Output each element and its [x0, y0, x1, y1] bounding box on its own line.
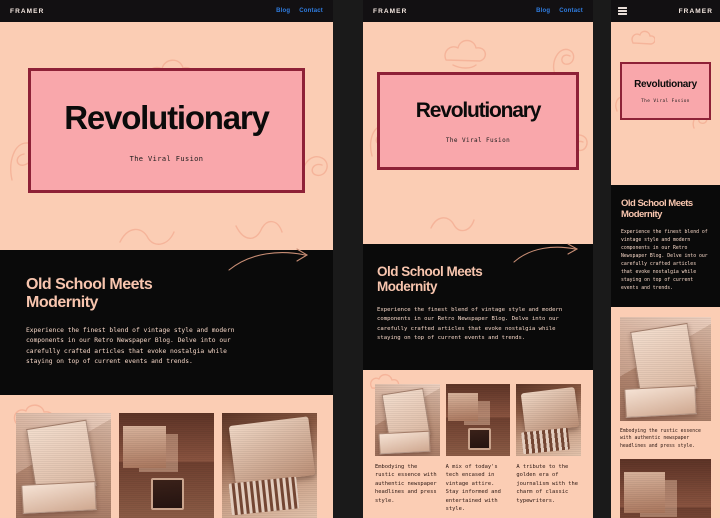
cloud-doodle-icon: [444, 39, 487, 69]
hero-title: Revolutionary: [634, 78, 697, 90]
typewriter-photo[interactable]: [516, 384, 581, 456]
gallery-card-caption: Embodying the rustic essence with authen…: [375, 464, 437, 504]
hero-subtitle: The Viral Fusion: [641, 98, 690, 104]
gallery-section-mobile: Embodying the rustic essence with authen…: [611, 307, 720, 518]
intro-title-line1: Old School Meets: [26, 276, 153, 293]
gallery-grid: [16, 413, 317, 518]
nav-link-contact[interactable]: Contact: [299, 8, 323, 14]
photo-grain-overlay: [620, 459, 711, 518]
typewriter-photo[interactable]: [222, 413, 317, 518]
wave-doodle-icon: [430, 217, 475, 232]
wave-doodle-icon: [119, 228, 175, 245]
vintage-tv-street-photo[interactable]: [119, 413, 214, 518]
intro-body: Experience the finest blend of vintage s…: [26, 326, 235, 365]
gallery-card-caption: Embodying the rustic essence with authen…: [620, 429, 701, 449]
gallery-card: Embodying the rustic essence with authen…: [620, 317, 711, 450]
intro-title-line2: Modernity: [377, 279, 438, 295]
desktop-preview-frame: FRAMER Blog Contact Revolutionary The Vi…: [0, 0, 333, 518]
hero-section-tablet: Revolutionary The Viral Fusion: [363, 22, 593, 244]
primary-nav: Blog Contact: [536, 8, 583, 14]
sheet-music-books-photo[interactable]: [620, 317, 711, 421]
gallery-section-desktop: [0, 395, 333, 518]
photo-grain-overlay: [516, 384, 581, 456]
hero-section-desktop: Revolutionary The Viral Fusion: [0, 22, 333, 250]
gallery-card: A mix of today's tech encased in vintage…: [445, 384, 511, 513]
intro-title-line2: Modernity: [26, 293, 98, 311]
hero-card: Revolutionary The Viral Fusion: [620, 62, 711, 120]
hero-subtitle: The Viral Fusion: [445, 136, 511, 144]
photo-grain-overlay: [16, 413, 111, 518]
responsive-preview-stage: FRAMER Blog Contact Revolutionary The Vi…: [0, 0, 720, 518]
sheet-music-books-photo[interactable]: [16, 413, 111, 518]
photo-grain-overlay: [222, 413, 317, 518]
sheet-music-books-photo[interactable]: [375, 384, 440, 456]
hamburger-menu-icon[interactable]: [618, 7, 627, 15]
intro-title: Old School Meets Modernity: [26, 276, 307, 312]
nav-link-contact[interactable]: Contact: [559, 8, 583, 14]
frame-divider-2: [593, 0, 611, 518]
gallery-card: Embodying the rustic essence with authen…: [375, 384, 440, 513]
intro-body: Experience the finest blend of vintage s…: [377, 307, 563, 341]
gallery-card: [620, 459, 711, 518]
intro-body: Experience the finest blend of vintage s…: [621, 230, 708, 291]
nav-link-blog[interactable]: Blog: [536, 8, 550, 14]
hero-subtitle: The Viral Fusion: [129, 154, 204, 163]
site-header-desktop: FRAMER Blog Contact: [0, 0, 333, 22]
intro-section-desktop: Old School Meets Modernity Experience th…: [0, 248, 333, 395]
brand-logo[interactable]: FRAMER: [679, 8, 713, 15]
intro-section-tablet: Old School Meets Modernity Experience th…: [363, 243, 593, 370]
intro-title: Old School Meets Modernity: [621, 198, 710, 220]
gallery-section-tablet: Embodying the rustic essence with authen…: [363, 370, 593, 518]
photo-grain-overlay: [445, 384, 511, 456]
vintage-tv-street-photo[interactable]: [620, 459, 711, 518]
gallery-grid: Embodying the rustic essence with authen…: [375, 384, 581, 513]
hero-card: Revolutionary The Viral Fusion: [377, 72, 579, 170]
site-header-tablet: FRAMER Blog Contact: [363, 0, 593, 22]
primary-nav: Blog Contact: [276, 8, 323, 14]
hero-section-mobile: Revolutionary The Viral Fusion: [611, 22, 720, 185]
hero-card: Revolutionary The Viral Fusion: [28, 68, 305, 193]
hero-title: Revolutionary: [415, 98, 542, 122]
wave-doodle-icon-2: [235, 221, 283, 239]
hero-title: Revolutionary: [64, 98, 270, 136]
cloud-doodle-icon: [631, 30, 655, 45]
photo-grain-overlay: [620, 317, 711, 421]
gallery-card-caption: A mix of today's tech encased in vintage…: [445, 464, 501, 512]
frame-divider: [333, 0, 363, 518]
photo-grain-overlay: [375, 384, 440, 456]
vintage-tv-street-photo[interactable]: [445, 384, 511, 456]
intro-title-line1: Old School Meets: [377, 264, 483, 279]
brand-logo[interactable]: FRAMER: [10, 8, 44, 15]
intro-title: Old School Meets Modernity: [377, 264, 579, 294]
intro-title-line1: Old School Meets: [621, 198, 693, 209]
intro-title-line2: Modernity: [621, 208, 662, 220]
curved-arrow-icon: [228, 248, 309, 271]
mobile-preview-frame: FRAMER Revolutionary The Viral Fusion Ol…: [611, 0, 720, 518]
gallery-card-caption: A tribute to the golden era of journalis…: [516, 464, 578, 504]
photo-grain-overlay: [119, 413, 214, 518]
brand-logo[interactable]: FRAMER: [373, 8, 407, 15]
nav-link-blog[interactable]: Blog: [276, 8, 290, 14]
tablet-preview-frame: FRAMER Blog Contact Revolutionary The Vi…: [363, 0, 593, 518]
gallery-card: A tribute to the golden era of journalis…: [516, 384, 581, 513]
intro-section-mobile: Old School Meets Modernity Experience th…: [611, 185, 720, 307]
site-header-mobile: FRAMER: [611, 0, 720, 22]
